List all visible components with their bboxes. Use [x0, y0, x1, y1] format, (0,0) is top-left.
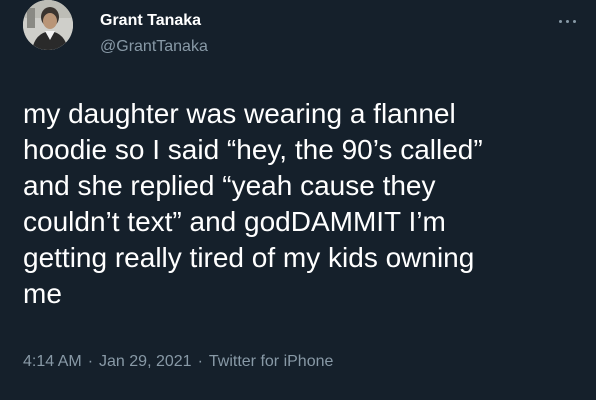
author-handle[interactable]: @GrantTanaka: [100, 37, 208, 57]
tweet-text: my daughter was wearing a flannel hoodie…: [23, 96, 583, 312]
more-options-button[interactable]: [552, 8, 582, 34]
tweet-text-line: couldn’t text” and godDAMMIT I’m: [23, 206, 446, 237]
tweet-date-link[interactable]: Jan 29, 2021: [99, 353, 192, 370]
tweet-text-line: my daughter was wearing a flannel: [23, 98, 456, 129]
tweet-source-link[interactable]: Twitter for iPhone: [209, 353, 334, 370]
tweet-text-line: and she replied “yeah cause they: [23, 170, 436, 201]
author-name[interactable]: Grant Tanaka: [100, 11, 201, 31]
separator: ·: [197, 353, 203, 370]
more-horizontal-icon-dot: [565, 19, 569, 23]
separator: ·: [87, 353, 94, 370]
more-horizontal-icon-dot: [572, 19, 576, 23]
tweet-text-line: hoodie so I said “hey, the 90’s called”: [23, 134, 483, 165]
tweet-time-link[interactable]: 4:14 AM: [23, 353, 82, 370]
avatar-photo: [23, 0, 73, 50]
more-horizontal-icon: [558, 19, 562, 23]
tweet-text-line: me: [23, 278, 62, 309]
avatar[interactable]: [23, 0, 73, 50]
tweet-card: Grant Tanaka @GrantTanaka my daughter wa…: [0, 0, 596, 400]
tweet-text-line: getting really tired of my kids owning: [23, 242, 475, 273]
tweet-metadata: 4:14 AM · Jan 29, 2021 · Twitter for iPhone: [23, 351, 333, 373]
